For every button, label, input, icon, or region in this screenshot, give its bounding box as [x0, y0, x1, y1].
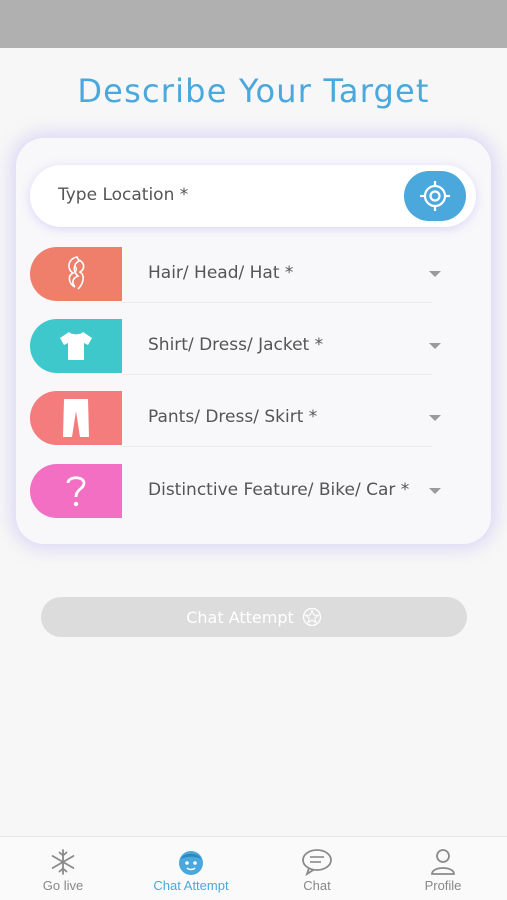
- shirt-dress-jacket-label: Shirt/ Dress/ Jacket *: [148, 335, 324, 355]
- hair-icon-badge: [30, 247, 122, 301]
- hair-head-hat-label: Hair/ Head/ Hat *: [148, 263, 294, 283]
- location-input-label: Type Location *: [58, 185, 189, 205]
- nav-chat-label: Chat: [303, 878, 331, 893]
- distinctive-feature-label: Distinctive Feature/ Bike/ Car *: [148, 480, 410, 500]
- nav-go-live-label: Go live: [42, 878, 84, 893]
- hair-icon: [68, 256, 85, 290]
- chat-bubble-icon: [302, 849, 332, 876]
- location-input[interactable]: Type Location *: [30, 165, 476, 227]
- pants-dress-skirt-dropdown[interactable]: Pants/ Dress/ Skirt *: [30, 391, 476, 447]
- target-description-card: Type Location * Hair/ Head/ Hat * Shirt/…: [16, 138, 491, 544]
- snowflake-icon: [51, 849, 75, 875]
- question-mark-icon: [66, 476, 86, 507]
- status-bar: [0, 0, 507, 48]
- chevron-down-icon: [429, 488, 441, 494]
- nav-chat-attempt-label: Chat Attempt: [153, 878, 229, 893]
- divider: [122, 302, 432, 303]
- nav-chat-attempt[interactable]: Chat Attempt: [128, 837, 254, 900]
- nav-profile-label: Profile: [424, 878, 462, 893]
- chevron-down-icon: [429, 343, 441, 349]
- pants-icon: [63, 399, 89, 437]
- person-icon: [431, 849, 455, 875]
- divider: [122, 446, 432, 447]
- chat-attempt-button-label: Chat Attempt: [186, 607, 294, 627]
- chevron-down-icon: [429, 271, 441, 277]
- shirt-icon-badge: [30, 319, 122, 373]
- pants-dress-skirt-label: Pants/ Dress/ Skirt *: [148, 407, 318, 427]
- distinctive-feature-dropdown[interactable]: Distinctive Feature/ Bike/ Car *: [30, 464, 476, 518]
- question-icon-badge: [30, 464, 122, 518]
- face-icon: [179, 851, 203, 875]
- chat-attempt-button[interactable]: Chat Attempt: [41, 597, 467, 637]
- star-badge-icon: [302, 607, 321, 627]
- page-title: Describe Your Target: [77, 72, 430, 110]
- nav-profile[interactable]: Profile: [380, 837, 506, 900]
- nav-go-live[interactable]: Go live: [0, 837, 126, 900]
- hair-head-hat-dropdown[interactable]: Hair/ Head/ Hat *: [30, 247, 476, 303]
- pants-icon-badge: [30, 391, 122, 445]
- shirt-dress-jacket-dropdown[interactable]: Shirt/ Dress/ Jacket *: [30, 319, 476, 375]
- divider: [122, 374, 432, 375]
- shirt-icon: [60, 332, 92, 360]
- nav-chat[interactable]: Chat: [254, 837, 380, 900]
- crosshair-icon: [420, 181, 450, 211]
- locate-button[interactable]: [404, 171, 466, 221]
- chevron-down-icon: [429, 415, 441, 421]
- bottom-navigation: Go live Chat Attempt Chat Profile: [0, 836, 507, 900]
